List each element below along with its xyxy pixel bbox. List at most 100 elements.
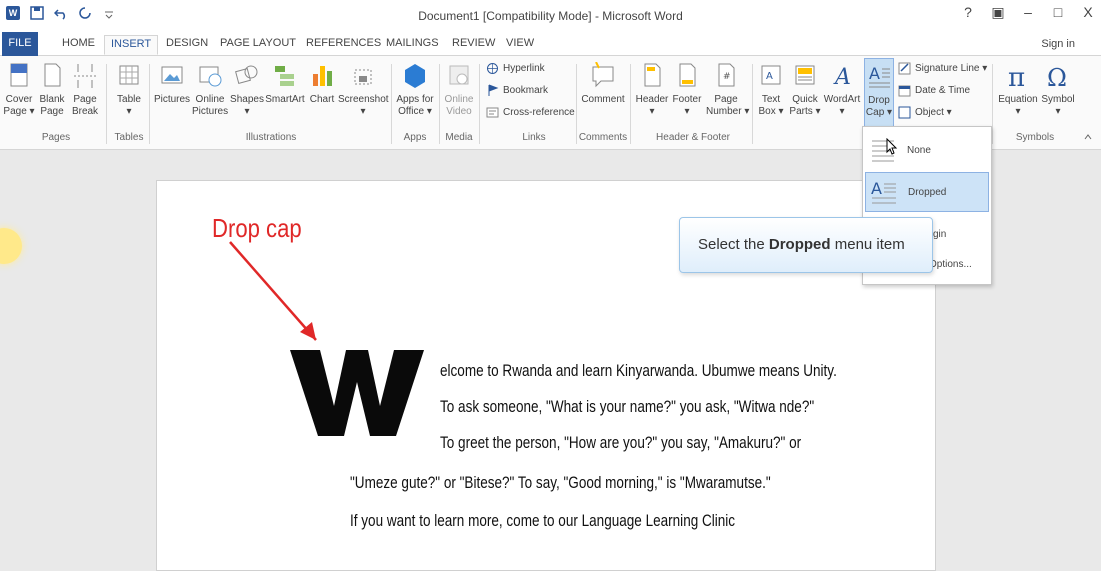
header-button[interactable]: Header ▾ bbox=[634, 62, 670, 118]
collapse-ribbon-icon[interactable] bbox=[1083, 132, 1093, 142]
title-bar: W Document1 [Compatibility Mode] - Micro… bbox=[0, 0, 1101, 32]
document-line-4[interactable]: "Umeze gute?" or "Bitese?" To say, "Good… bbox=[350, 474, 771, 493]
group-comments-label: Comments bbox=[578, 132, 628, 143]
tab-insert[interactable]: INSERT bbox=[104, 35, 159, 55]
svg-text:π: π bbox=[1008, 63, 1025, 90]
screenshot-icon bbox=[354, 69, 372, 85]
smartart-icon bbox=[275, 66, 294, 86]
group-illustrations-label: Illustrations bbox=[245, 132, 297, 143]
wordart-button[interactable]: A WordArt ▾ bbox=[822, 62, 862, 118]
svg-text:A: A bbox=[871, 179, 882, 198]
equation-icon: π bbox=[1008, 63, 1025, 90]
hyperlink-button[interactable]: Hyperlink bbox=[486, 62, 545, 75]
shapes-icon bbox=[235, 65, 258, 84]
tab-mailings[interactable]: MAILINGS bbox=[380, 35, 445, 55]
page-number-button[interactable]: # Page Number ▾ bbox=[706, 62, 749, 118]
text-box-icon: A bbox=[761, 65, 781, 85]
object-button[interactable]: Object ▾ bbox=[898, 106, 952, 119]
tab-file[interactable]: FILE bbox=[2, 32, 38, 56]
callout-prefix: Select the bbox=[698, 236, 769, 253]
instruction-callout: Select the Dropped menu item bbox=[679, 217, 933, 273]
object-icon bbox=[898, 106, 911, 119]
online-pictures-button[interactable]: Online Pictures bbox=[192, 62, 228, 118]
document-line-3[interactable]: To greet the person, "How are you?" you … bbox=[440, 434, 801, 453]
group-links-label: Links bbox=[522, 132, 546, 143]
group-pages-label: Pages bbox=[41, 132, 71, 143]
pictures-icon bbox=[161, 66, 183, 84]
symbol-button[interactable]: Ω Symbol ▾ bbox=[1040, 62, 1076, 118]
svg-text:Ω: Ω bbox=[1047, 64, 1067, 90]
tab-page-layout[interactable]: PAGE LAYOUT bbox=[214, 35, 302, 55]
shapes-button[interactable]: Shapes ▾ bbox=[230, 62, 264, 118]
svg-text:#: # bbox=[723, 72, 731, 82]
document-line-5[interactable]: If you want to learn more, come to our L… bbox=[350, 512, 735, 531]
comment-button[interactable]: Comment bbox=[578, 62, 628, 106]
apps-for-office-button[interactable]: Apps for Office ▾ bbox=[394, 62, 436, 118]
ribbon-tabs: FILE HOME INSERT DESIGN PAGE LAYOUT REFE… bbox=[0, 32, 1101, 56]
group-separator bbox=[106, 64, 107, 144]
ribbon-display-button[interactable]: ▣ bbox=[989, 4, 1007, 21]
footer-button[interactable]: Footer ▾ bbox=[670, 62, 704, 118]
cover-page-button[interactable]: Cover Page ▾ bbox=[2, 62, 36, 118]
menu-item-none[interactable]: None bbox=[865, 131, 989, 171]
page-break-icon bbox=[74, 64, 96, 88]
cross-reference-icon bbox=[486, 107, 499, 118]
date-time-icon bbox=[898, 85, 911, 97]
apps-for-office-icon bbox=[405, 64, 425, 88]
menu-item-dropped[interactable]: A Dropped bbox=[865, 172, 989, 212]
group-media-label: Media bbox=[445, 132, 473, 143]
pictures-button[interactable]: Pictures bbox=[152, 62, 192, 106]
dropped-icon: A bbox=[871, 179, 896, 204]
decorative-glow bbox=[0, 228, 22, 264]
help-button[interactable]: ? bbox=[959, 4, 977, 21]
group-separator bbox=[630, 64, 631, 144]
signature-line-icon bbox=[898, 62, 911, 75]
footer-icon bbox=[679, 63, 696, 87]
window-title: Document1 [Compatibility Mode] - Microso… bbox=[418, 9, 683, 23]
date-time-button[interactable]: Date & Time bbox=[898, 84, 970, 97]
group-separator bbox=[479, 64, 480, 144]
group-separator bbox=[752, 64, 753, 144]
bookmark-icon bbox=[488, 84, 499, 96]
tab-home[interactable]: HOME bbox=[56, 35, 101, 55]
cover-page-icon bbox=[10, 63, 28, 87]
signature-line-button[interactable]: Signature Line ▾ bbox=[898, 62, 987, 75]
document-line-1[interactable]: elcome to Rwanda and learn Kinyarwanda. … bbox=[440, 362, 837, 381]
smartart-button[interactable]: SmartArt bbox=[264, 62, 306, 106]
tab-review[interactable]: REVIEW bbox=[446, 35, 501, 55]
quick-parts-button[interactable]: Quick Parts ▾ bbox=[788, 62, 822, 118]
close-button[interactable]: X bbox=[1079, 4, 1097, 21]
screenshot-button[interactable]: Screenshot ▾ bbox=[338, 62, 389, 118]
callout-suffix: menu item bbox=[830, 236, 905, 253]
page-break-button[interactable]: Page Break bbox=[70, 62, 100, 118]
mouse-cursor-icon bbox=[886, 138, 898, 155]
drop-cap-button[interactable]: A Drop Cap ▾ bbox=[864, 58, 894, 128]
chart-icon bbox=[313, 66, 332, 86]
bookmark-button[interactable]: Bookmark bbox=[486, 84, 548, 97]
equation-button[interactable]: π Equation ▾ bbox=[996, 62, 1040, 118]
group-tables-label: Tables bbox=[114, 132, 144, 143]
window-controls: ? ▣ – □ X bbox=[959, 4, 1097, 21]
hyperlink-icon bbox=[487, 63, 498, 74]
tab-view[interactable]: VIEW bbox=[500, 35, 540, 55]
maximize-button[interactable]: □ bbox=[1049, 4, 1067, 21]
text-box-button[interactable]: A Text Box ▾ bbox=[756, 62, 786, 118]
tab-references[interactable]: REFERENCES bbox=[300, 35, 387, 55]
table-icon bbox=[119, 65, 139, 85]
chart-button[interactable]: Chart bbox=[306, 62, 338, 106]
quick-parts-icon bbox=[795, 65, 815, 85]
document-line-2[interactable]: To ask someone, "What is your name?" you… bbox=[440, 398, 814, 417]
tab-design[interactable]: DESIGN bbox=[160, 35, 214, 55]
header-icon bbox=[644, 63, 661, 87]
drop-cap-letter[interactable] bbox=[286, 348, 428, 438]
online-video-button[interactable]: Online Video bbox=[442, 62, 476, 118]
word-window: W Document1 [Compatibility Mode] - Micro… bbox=[0, 0, 1101, 571]
cross-reference-button[interactable]: Cross-reference bbox=[486, 106, 575, 119]
callout-bold: Dropped bbox=[768, 236, 831, 253]
sign-in-link[interactable]: Sign in bbox=[1041, 38, 1075, 50]
minimize-button[interactable]: – bbox=[1019, 4, 1037, 21]
comment-icon bbox=[592, 62, 614, 88]
blank-page-button[interactable]: Blank Page bbox=[38, 62, 66, 118]
table-button[interactable]: Table ▾ bbox=[112, 62, 146, 118]
group-separator bbox=[149, 64, 150, 144]
